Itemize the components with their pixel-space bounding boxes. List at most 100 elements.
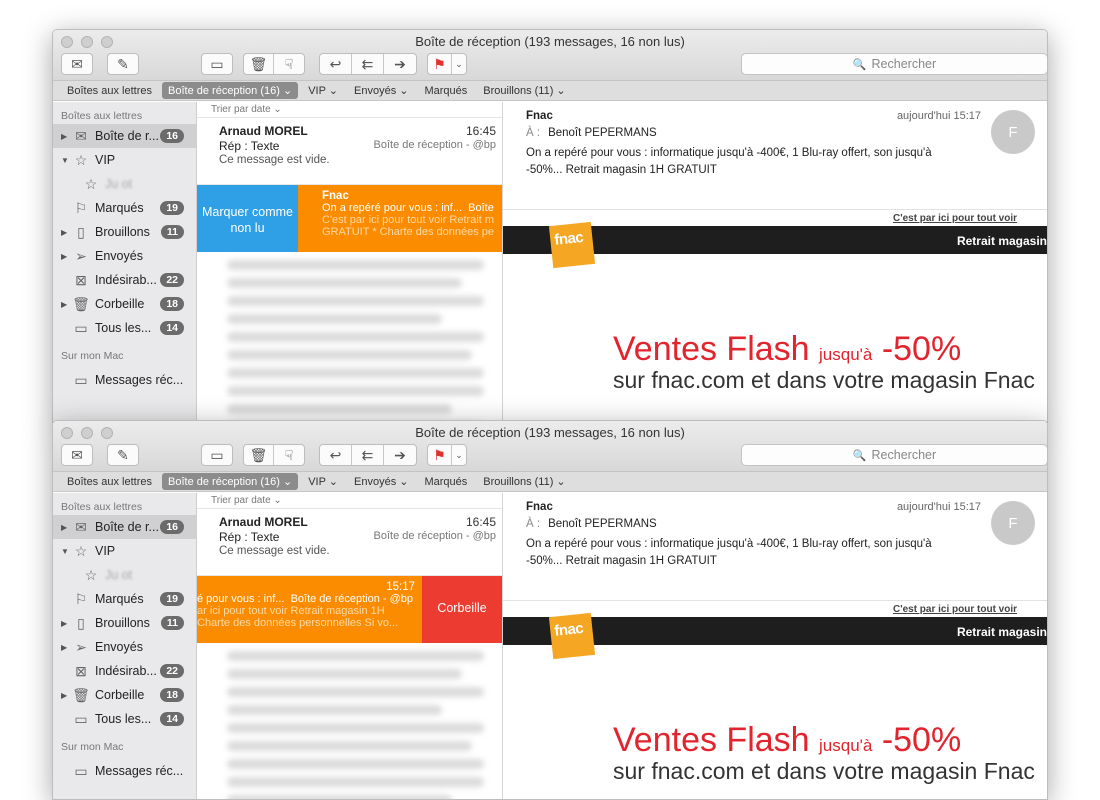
sidebar-item-vip[interactable]: ▼ ☆ VIP [53,539,196,563]
fav-mailboxes[interactable]: Boîtes aux lettres [61,474,158,490]
sidebar-item-label: Corbeille [95,297,145,311]
sort-menu[interactable]: Trier par date ⌄ [197,493,502,509]
fav-vip[interactable]: VIP ⌄ [302,473,344,490]
sidebar-item-trash[interactable]: ▶ 🗑 Corbeille 18 [53,292,196,316]
count-badge: 22 [160,273,184,287]
fav-inbox[interactable]: Boîte de réception (16) ⌄ [162,473,299,490]
search-field[interactable]: 🔍 Rechercher [741,53,1047,75]
mark-unread-action[interactable]: Marquer comme non lu [197,185,298,252]
sidebar-item-vip-contact[interactable]: ☆ Ju ot [53,563,196,587]
search-field[interactable]: 🔍 Rechercher [741,444,1047,466]
get-mail-button[interactable]: ✉ [62,54,92,74]
forward-button[interactable]: ➔ [384,54,416,74]
swiped-message-row[interactable]: 15:17 é pour vous : inf... Boîte de réce… [197,576,502,643]
count-badge: 14 [160,321,184,335]
sidebar-item-drafts[interactable]: ▶ ▯ Brouillons 11 [53,220,196,244]
disclosure-triangle-icon[interactable]: ▼ [61,547,71,556]
sidebar-item-vip[interactable]: ▼ ☆ VIP [53,148,196,172]
fav-drafts[interactable]: Brouillons (11) ⌄ [477,82,571,99]
blurred-messages [197,252,502,422]
message-viewer: Fnac aujourd'hui 15:17 À : Benoît PEPERMA… [503,493,1047,799]
fav-sent[interactable]: Envoyés ⌄ [348,82,414,99]
folder-icon: ▭ [74,762,88,779]
junk-button[interactable]: ☟ [274,445,304,465]
delete-button[interactable]: 🗑 [244,54,274,74]
sidebar-item-junk[interactable]: ⊠ Indésirab... 22 [53,268,196,292]
disclosure-triangle-icon[interactable]: ▶ [61,523,71,532]
fav-mailboxes[interactable]: Boîtes aux lettres [61,83,158,99]
disclosure-triangle-icon[interactable]: ▼ [61,156,71,165]
flag-menu-button[interactable]: ⌄ [452,445,466,465]
message-mailbox: Boîte de réception - @bp [373,139,496,151]
disclosure-triangle-icon[interactable]: ▶ [61,300,71,309]
count-badge: 11 [160,616,184,630]
sidebar-item-sent[interactable]: ▶ ➢ Envoyés [53,635,196,659]
disclosure-triangle-icon[interactable]: ▶ [61,228,71,237]
trash-action[interactable]: Corbeille [422,576,502,643]
get-mail-button[interactable]: ✉ [62,445,92,465]
fav-sent[interactable]: Envoyés ⌄ [348,473,414,490]
sidebar-item-vip-contact[interactable]: ☆ Ju ot [53,172,196,196]
archive-icon: ▭ [74,319,88,336]
message-subject: On a repéré pour vous : inf... Boîte [322,202,494,214]
sidebar-item-flagged[interactable]: ⚐ Marqués 19 [53,587,196,611]
sidebar-item-recovered[interactable]: ▭ Messages réc... [53,368,196,392]
sidebar-item-inbox[interactable]: ▶ ✉ Boîte de r... 16 [53,124,196,148]
flag-button[interactable]: ⚑ [428,445,452,465]
archive-button[interactable]: ▭ [202,54,232,74]
message-row[interactable]: Arnaud MOREL 16:45 Rép : Texte Boîte de … [197,118,502,185]
sidebar-item-all[interactable]: ▭ Tous les... 14 [53,316,196,340]
message-mailbox: Boîte de réception - @bp [290,593,414,605]
message-row[interactable]: Arnaud MOREL 16:45 Rép : Texte Boîte de … [197,509,502,576]
sidebar-item-junk[interactable]: ⊠ Indésirab... 22 [53,659,196,683]
disclosure-triangle-icon[interactable]: ▶ [61,691,71,700]
promo-subtitle: sur fnac.com et dans votre magasin Fnac [613,367,1035,393]
sidebar-item-recovered[interactable]: ▭ Messages réc... [53,759,196,783]
disclosure-triangle-icon[interactable]: ▶ [61,643,71,652]
sidebar-item-label: Marqués [95,592,144,606]
archive-icon: ▭ [210,446,224,463]
sidebar-item-sent[interactable]: ▶ ➢ Envoyés [53,244,196,268]
message-mailbox: Boîte [468,202,494,214]
junk-button[interactable]: ☟ [274,54,304,74]
toolbar-group-delete: 🗑 ☟ [243,53,305,75]
banner-text: Retrait magasin [956,234,1047,248]
sidebar-item-label: VIP [95,544,116,558]
view-all-link[interactable]: C'est par ici pour tout voir [683,210,1047,226]
search-placeholder: Rechercher [871,57,937,71]
reply-all-icon: ⇇ [361,446,374,463]
reply-button[interactable]: ↩ [320,54,352,74]
disclosure-triangle-icon[interactable]: ▶ [61,132,71,141]
sidebar-item-trash[interactable]: ▶ 🗑 Corbeille 18 [53,683,196,707]
sort-menu[interactable]: Trier par date ⌄ [197,102,502,118]
compose-button[interactable]: ✎ [108,54,138,74]
forward-button[interactable]: ➔ [384,445,416,465]
banner-text: Retrait magasin [956,625,1047,639]
unread-badge: 16 [160,520,184,534]
disclosure-triangle-icon[interactable]: ▶ [61,252,71,261]
sidebar-item-flagged[interactable]: ⚐ Marqués 19 [53,196,196,220]
view-all-link[interactable]: C'est par ici pour tout voir [683,601,1047,617]
compose-button[interactable]: ✎ [108,445,138,465]
fav-inbox[interactable]: Boîte de réception (16) ⌄ [162,82,299,99]
fav-drafts[interactable]: Brouillons (11) ⌄ [477,473,571,490]
message-header: Fnac aujourd'hui 15:17 À : Benoît PEPERMA… [503,493,1047,601]
reply-all-button[interactable]: ⇇ [352,54,384,74]
sidebar-item-drafts[interactable]: ▶ ▯ Brouillons 11 [53,611,196,635]
reply-button[interactable]: ↩ [320,445,352,465]
sidebar-item-inbox[interactable]: ▶ ✉ Boîte de r... 16 [53,515,196,539]
disclosure-triangle-icon[interactable]: ▶ [61,619,71,628]
message-viewer: Fnac aujourd'hui 15:17 À : Benoît PEPERMA… [503,102,1047,422]
forward-icon: ➔ [394,55,406,72]
delete-button[interactable]: 🗑 [244,445,274,465]
reply-all-button[interactable]: ⇇ [352,445,384,465]
fav-flagged[interactable]: Marqués [418,83,473,99]
junk-icon: ⊠ [75,271,87,288]
fav-flagged[interactable]: Marqués [418,474,473,490]
fav-vip[interactable]: VIP ⌄ [302,82,344,99]
swiped-message-row[interactable]: Marquer comme non lu Fnac On a repéré po… [197,185,502,252]
flag-button[interactable]: ⚑ [428,54,452,74]
archive-button[interactable]: ▭ [202,445,232,465]
sidebar-item-all[interactable]: ▭ Tous les... 14 [53,707,196,731]
flag-menu-button[interactable]: ⌄ [452,54,466,74]
